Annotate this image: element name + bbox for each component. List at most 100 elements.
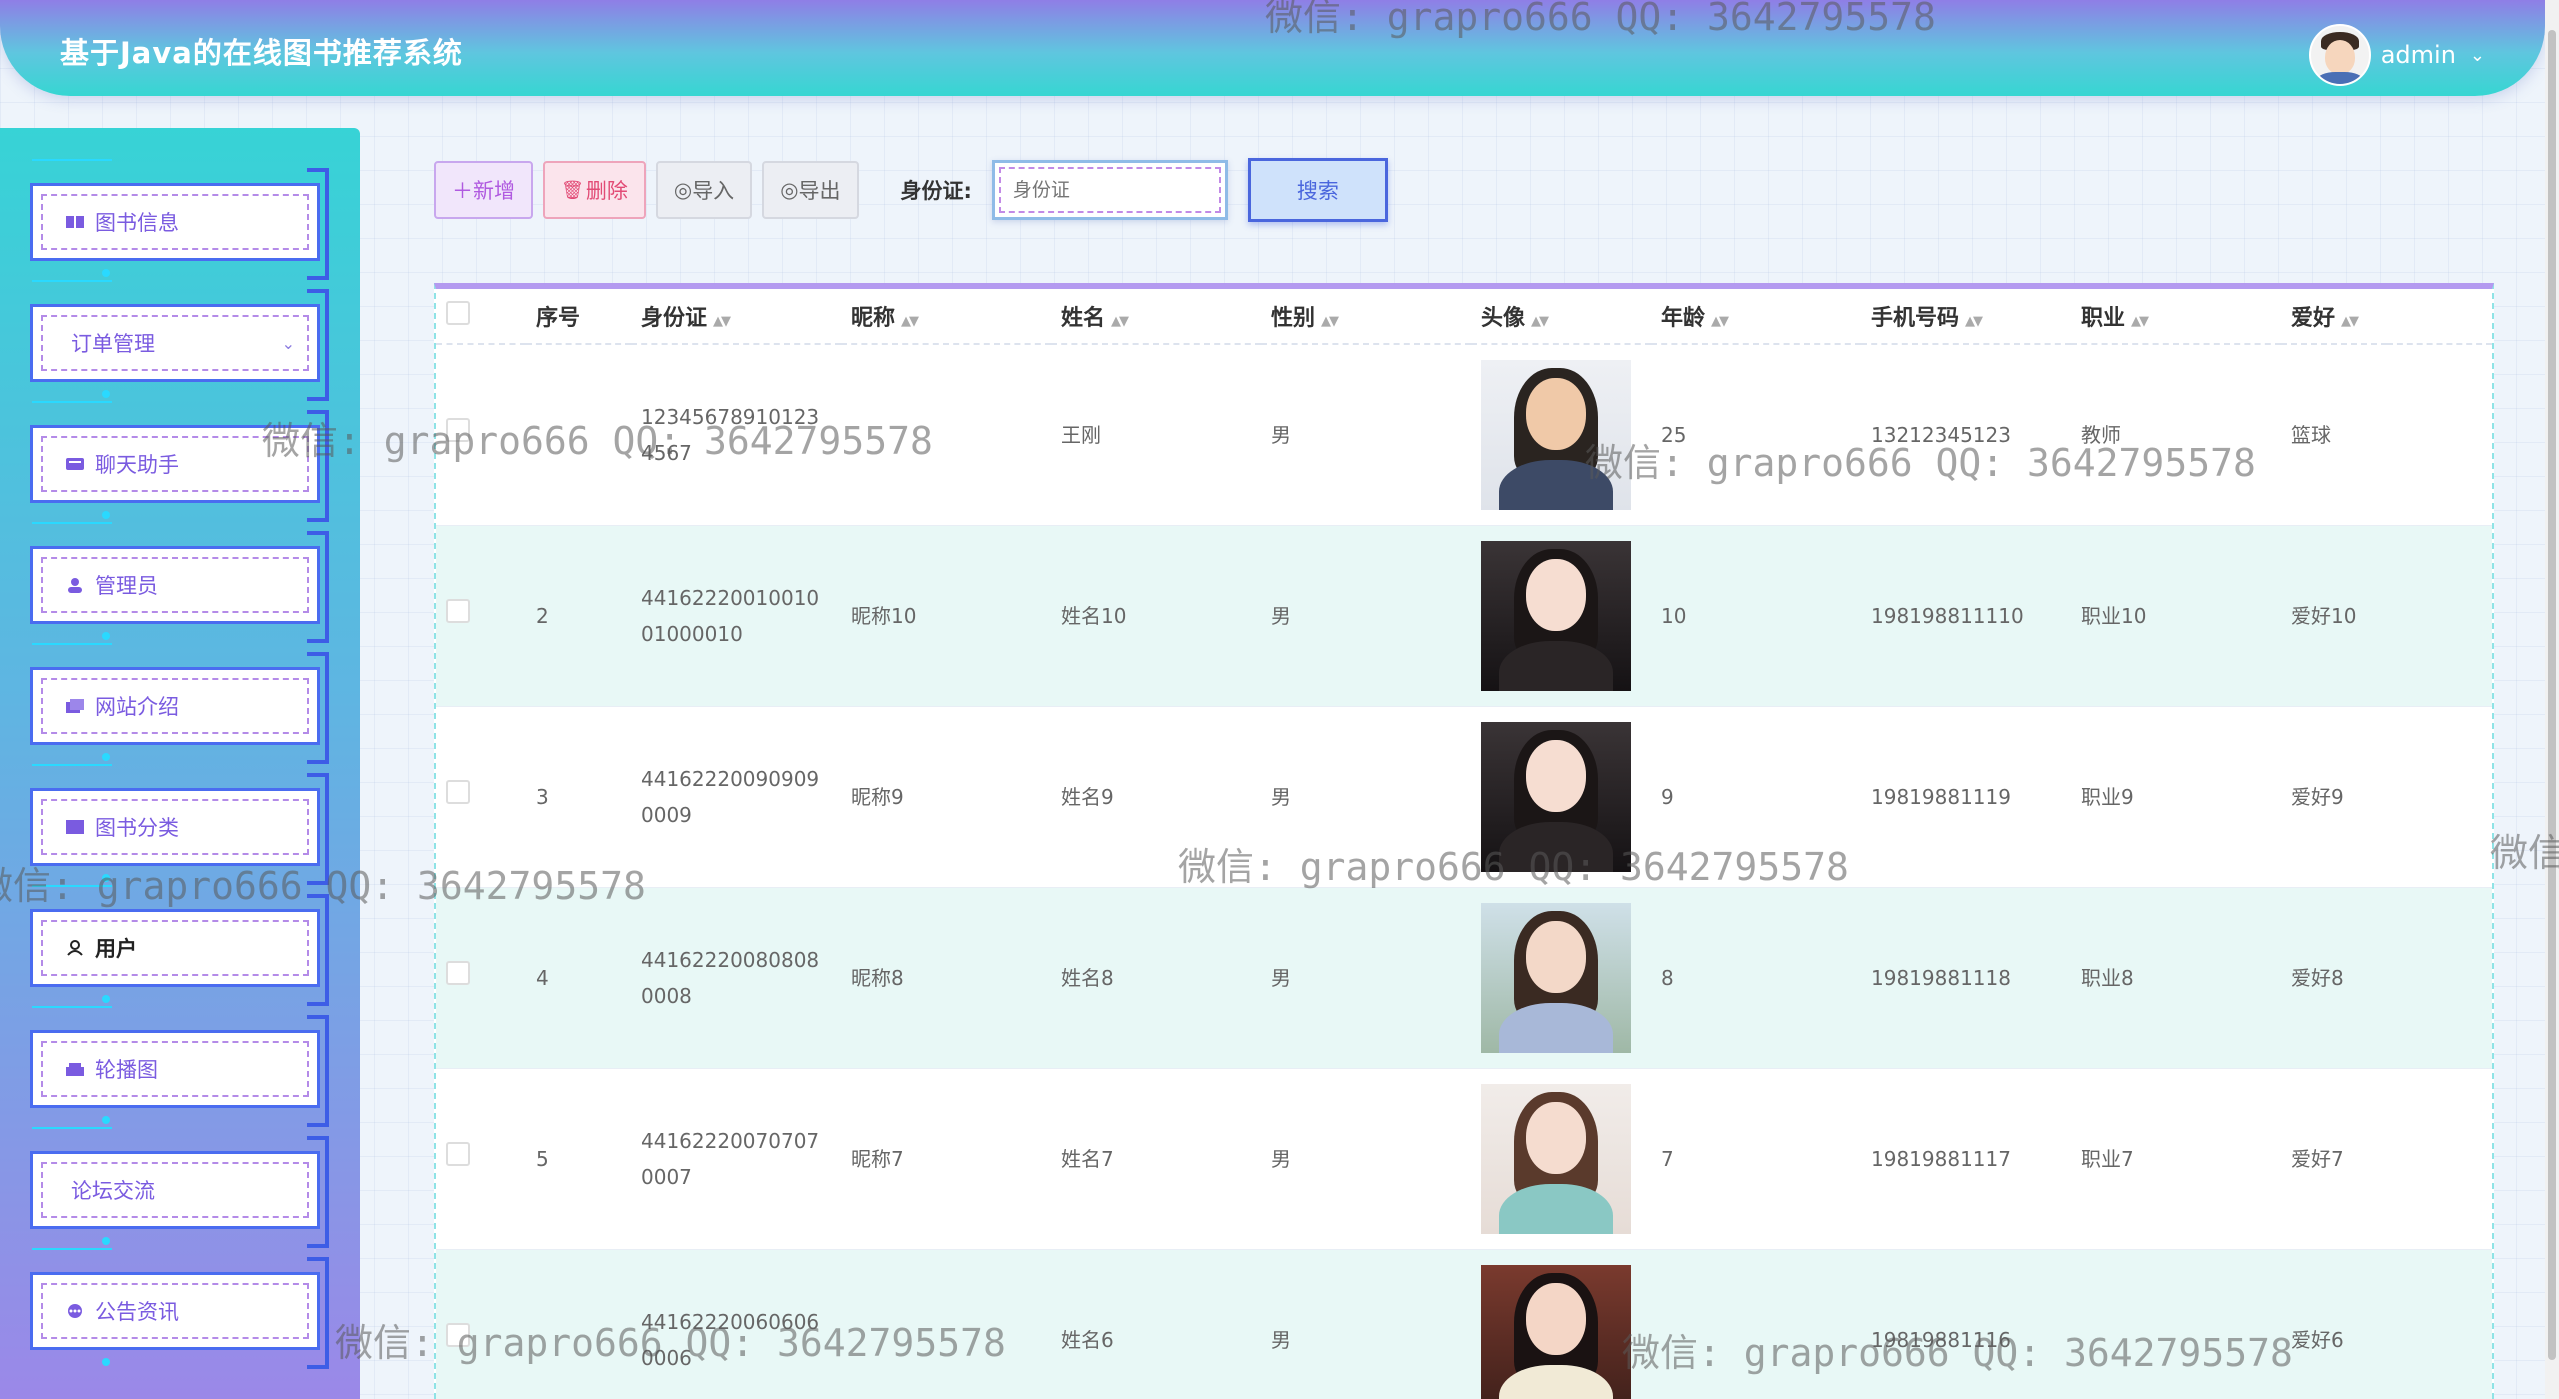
user-icon <box>65 940 85 956</box>
cell-index <box>526 344 631 526</box>
sidebar-item-6[interactable]: 图书分类 <box>30 773 329 885</box>
cell-id-card: 123456789101234567 <box>631 344 841 526</box>
trash-icon: 🗑 <box>561 179 584 201</box>
column-header[interactable]: 爱好 ▲▼ <box>2281 289 2387 345</box>
sort-icon[interactable]: ▲▼ <box>2131 314 2149 329</box>
sort-icon[interactable]: ▲▼ <box>1531 314 1549 329</box>
sort-icon[interactable]: ▲▼ <box>1711 314 1729 329</box>
search-label: 身份证: <box>900 179 972 203</box>
export-button[interactable]: ◎ 导出 <box>762 161 859 219</box>
row-checkbox[interactable] <box>446 1323 470 1347</box>
sidebar-item-3[interactable]: 聊天助手 <box>30 410 329 522</box>
column-header[interactable]: 头像 ▲▼ <box>1471 289 1651 345</box>
row-checkbox[interactable] <box>446 961 470 985</box>
sidebar-item-5[interactable]: 网站介绍 <box>30 652 329 764</box>
column-header[interactable]: 职业 ▲▼ <box>2071 289 2281 345</box>
cell-hobby: 爱好7 <box>2281 1068 2387 1250</box>
cell-nickname <box>841 1249 1051 1399</box>
info-icon <box>65 698 85 714</box>
notice-icon <box>65 1303 85 1319</box>
avatar-image[interactable] <box>1481 722 1631 872</box>
page-scrollbar[interactable] <box>2545 0 2559 1399</box>
id-card-search-input[interactable] <box>998 167 1221 213</box>
sidebar-item-4[interactable]: 管理员 <box>30 531 329 643</box>
sidebar-item-label: 用户 <box>95 937 137 961</box>
sidebar-item-8[interactable]: 轮播图 <box>30 1015 329 1127</box>
column-header[interactable]: 年龄 ▲▼ <box>1651 289 1861 345</box>
cell-gender: 男 <box>1261 525 1471 707</box>
carousel-icon <box>65 1061 85 1077</box>
chat-icon <box>65 456 85 472</box>
table-row[interactable]: 123456789101234567 王刚男 25 13212345123 教师 篮球 <box>436 344 2492 526</box>
cell-job: 职业9 <box>2071 706 2281 888</box>
column-header[interactable]: 昵称 ▲▼ <box>841 289 1051 345</box>
cell-phone: 19819881119 <box>1861 706 2071 888</box>
username[interactable]: admin <box>2381 41 2456 69</box>
column-header[interactable]: 性别 ▲▼ <box>1261 289 1471 345</box>
table-row[interactable]: 3 441622200909090009 昵称9 姓名9 男 9 19819881119 职业… <box>436 706 2492 888</box>
cell-job <box>2071 1249 2281 1399</box>
sidebar-item-9[interactable]: 论坛交流 <box>30 1136 329 1248</box>
row-checkbox[interactable] <box>446 1142 470 1166</box>
column-header[interactable]: 身份证 ▲▼ <box>631 289 841 345</box>
avatar-image[interactable] <box>1481 1084 1631 1234</box>
sidebar-item-label: 轮播图 <box>95 1058 158 1082</box>
sort-icon[interactable]: ▲▼ <box>2341 314 2359 329</box>
sort-icon[interactable]: ▲▼ <box>1111 314 1129 329</box>
delete-button[interactable]: 🗑 删除 <box>543 161 646 219</box>
search-button[interactable]: 搜索 <box>1247 158 1388 222</box>
table-header-row: 序号 身份证 ▲▼ 昵称 ▲▼ 姓名 ▲▼ 性别 ▲▼ 头像 ▲▼ 年龄 ▲▼ 手机号码 ▲▼ 职业 ▲▼ 爱好 ▲… <box>436 289 2492 345</box>
table-row[interactable]: 2 4416222001001001000010 昵称10 姓名10 男 10 198198… <box>436 525 2492 707</box>
avatar-image[interactable] <box>1481 1265 1631 1399</box>
sidebar-item-7[interactable]: 用户 <box>30 894 329 1006</box>
sort-icon[interactable]: ▲▼ <box>713 314 731 329</box>
column-header[interactable]: 序号 <box>526 289 631 345</box>
sort-icon[interactable]: ▲▼ <box>1321 314 1339 329</box>
column-header[interactable]: 姓名 ▲▼ <box>1051 289 1261 345</box>
chevron-down-icon[interactable]: ⌄ <box>282 334 295 353</box>
select-all-checkbox[interactable] <box>446 301 470 325</box>
chevron-down-icon[interactable]: ⌄ <box>2470 45 2485 66</box>
cell-phone: 19819881116 <box>1861 1249 2071 1399</box>
search-input-wrapper <box>991 160 1228 220</box>
cell-phone: 19819881118 <box>1861 887 2071 1069</box>
sidebar-item-10[interactable]: 公告资讯 <box>30 1257 329 1369</box>
row-checkbox[interactable] <box>446 780 470 804</box>
app-title: 基于Java的在线图书推荐系统 <box>60 36 463 70</box>
toolbar: ＋ 新增 🗑 删除 ◎ 导入 ◎ 导出 身份证: 搜索 <box>434 158 1388 222</box>
cell-hobby: 篮球 <box>2281 344 2387 526</box>
sidebar-item-label: 聊天助手 <box>95 453 179 477</box>
user-table: 序号 身份证 ▲▼ 昵称 ▲▼ 姓名 ▲▼ 性别 ▲▼ 头像 ▲▼ 年龄 ▲▼ 手机号码 ▲▼ 职业 ▲▼ 爱好 ▲… <box>434 283 2494 1399</box>
add-button[interactable]: ＋ 新增 <box>434 161 533 219</box>
cell-job: 教师 <box>2071 344 2281 526</box>
cell-hobby: 爱好9 <box>2281 706 2387 888</box>
sort-icon[interactable]: ▲▼ <box>901 314 919 329</box>
sort-icon[interactable]: ▲▼ <box>1965 314 1983 329</box>
cell-name: 姓名8 <box>1051 887 1261 1069</box>
sidebar-item-2[interactable]: 订单管理 ⌄ <box>30 289 329 401</box>
cell-phone: 13212345123 <box>1861 344 2071 526</box>
user-avatar[interactable] <box>2308 24 2371 86</box>
sidebar-item-1[interactable]: 图书信息 <box>30 168 329 280</box>
table-row[interactable]: 5 441622200707070007 昵称7 姓名7 男 7 19819881117 职业… <box>436 1068 2492 1250</box>
sidebar-item-label: 网站介绍 <box>95 695 179 719</box>
table-row[interactable]: 441622200606060006 姓名6 男 19819881116 爱好6 <box>436 1249 2492 1399</box>
cell-nickname: 昵称10 <box>841 525 1051 707</box>
cell-hobby: 爱好10 <box>2281 525 2387 707</box>
table-row[interactable]: 4 441622200808080008 昵称8 姓名8 男 8 19819881118 职业… <box>436 887 2492 1069</box>
avatar-image[interactable] <box>1481 541 1631 691</box>
cell-age <box>1651 1249 1861 1399</box>
import-icon: ◎ <box>673 178 693 202</box>
column-header[interactable]: 手机号码 ▲▼ <box>1861 289 2071 345</box>
cell-index: 4 <box>526 887 631 1069</box>
avatar-image[interactable] <box>1481 903 1631 1053</box>
row-checkbox[interactable] <box>446 418 470 442</box>
row-checkbox[interactable] <box>446 599 470 623</box>
cell-phone: 19819881117 <box>1861 1068 2071 1250</box>
import-button[interactable]: ◎ 导入 <box>655 161 753 219</box>
user-menu[interactable]: admin ⌄ <box>2308 24 2485 86</box>
cell-index: 5 <box>526 1068 631 1250</box>
avatar-image[interactable] <box>1481 360 1631 510</box>
cell-nickname: 昵称7 <box>841 1068 1051 1250</box>
cell-gender: 男 <box>1261 1249 1471 1399</box>
